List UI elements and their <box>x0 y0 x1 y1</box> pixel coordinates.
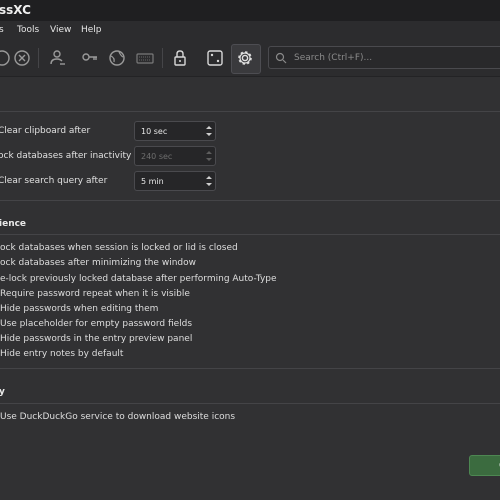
key-icon[interactable] <box>80 48 100 68</box>
search-field[interactable]: Search (Ctrl+F)... <box>268 46 500 69</box>
menu-item-help[interactable]: Help <box>81 25 102 35</box>
lock-db-inactivity-label: ock databases after inactivity of <box>0 151 143 161</box>
clear-search-spinbox[interactable]: 5 min <box>134 171 216 191</box>
lock-db-inactivity-spinbox[interactable]: 240 sec <box>134 146 216 166</box>
menu-item-database[interactable]: s <box>0 25 4 35</box>
padlock-icon[interactable] <box>170 48 190 68</box>
search-icon <box>275 52 287 67</box>
close-circle-icon[interactable] <box>12 48 32 68</box>
ok-button[interactable]: O <box>469 455 500 476</box>
lock-on-minimize-checkbox[interactable]: ock databases after minimizing the windo… <box>0 258 196 268</box>
search-placeholder: Search (Ctrl+F)... <box>294 53 373 63</box>
title-bar: ssXC <box>0 0 500 21</box>
section-divider <box>0 200 500 201</box>
clear-search-label: Clear search query after <box>0 176 108 186</box>
section-divider <box>0 403 500 404</box>
menu-item-view[interactable]: View <box>50 25 71 35</box>
clear-search-value[interactable]: 5 min <box>141 177 164 186</box>
spin-arrows-icon[interactable] <box>204 173 214 189</box>
lock-circle-icon[interactable] <box>0 48 12 68</box>
section-divider <box>0 111 500 112</box>
dice-icon[interactable] <box>205 48 225 68</box>
menu-item-tools[interactable]: Tools <box>17 25 39 35</box>
relock-after-autotype-checkbox[interactable]: e-lock previously locked database after … <box>0 274 277 284</box>
use-placeholder-checkbox[interactable]: Use placeholder for empty password field… <box>0 319 192 329</box>
toolbar-separator <box>162 48 163 68</box>
keyboard-icon[interactable] <box>135 48 155 68</box>
spin-arrows-icon[interactable] <box>204 148 214 164</box>
clear-clipboard-value[interactable]: 10 sec <box>141 127 167 136</box>
lock-on-session-lock-checkbox[interactable]: ock databases when session is locked or … <box>0 243 238 253</box>
clear-clipboard-spinbox[interactable]: 10 sec <box>134 121 216 141</box>
convenience-group-title: ience <box>0 219 27 229</box>
clear-clipboard-label: Clear clipboard after <box>0 126 91 136</box>
hide-passwords-preview-checkbox[interactable]: Hide passwords in the entry preview pane… <box>0 334 192 344</box>
hide-passwords-editing-checkbox[interactable]: Hide passwords when editing them <box>0 304 158 314</box>
require-password-repeat-checkbox[interactable]: Require password repeat when it is visib… <box>0 289 190 299</box>
gear-icon[interactable] <box>235 48 255 68</box>
toolbar-separator <box>38 48 39 68</box>
hide-entry-notes-checkbox[interactable]: Hide entry notes by default <box>0 349 123 359</box>
privacy-group-title: y <box>0 387 5 397</box>
menu-bar: s Tools View Help <box>0 21 500 40</box>
globe-icon[interactable] <box>107 48 127 68</box>
lock-db-inactivity-value[interactable]: 240 sec <box>141 152 172 161</box>
spin-arrows-icon[interactable] <box>204 123 214 139</box>
section-divider <box>0 234 500 235</box>
window-title: ssXC <box>0 3 31 17</box>
user-edit-icon[interactable] <box>48 48 68 68</box>
duckduckgo-icons-checkbox[interactable]: Use DuckDuckGo service to download websi… <box>0 412 235 422</box>
section-divider <box>0 368 500 369</box>
